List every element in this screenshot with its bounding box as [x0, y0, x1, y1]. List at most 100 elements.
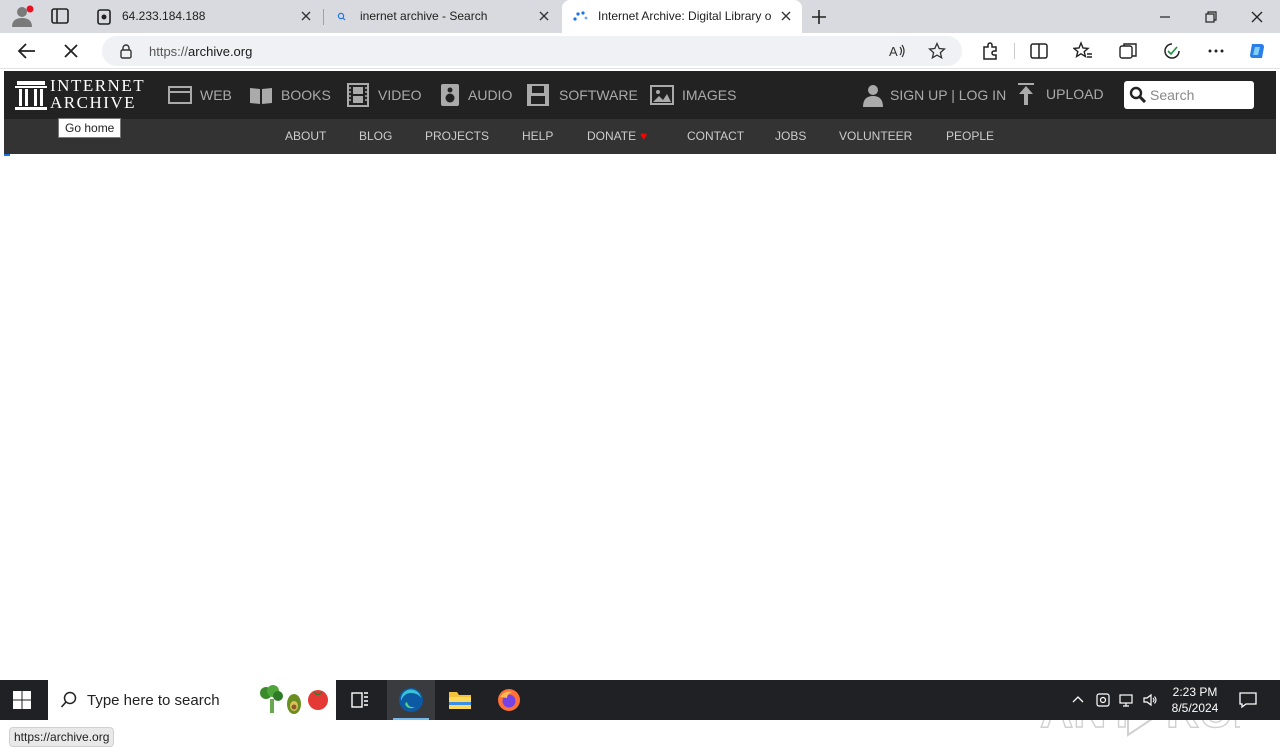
web-page: INTERNET ARCHIVE WEB BOOKS VIDEO AUDIO S…: [4, 71, 1276, 747]
taskbar-file-explorer-button[interactable]: [436, 680, 484, 720]
vegetables-illustration-icon: [260, 685, 328, 714]
network-icon[interactable]: [1118, 692, 1134, 708]
notifications-icon[interactable]: [1238, 690, 1258, 710]
page-icon: [97, 9, 111, 25]
taskbar-edge-button[interactable]: [387, 680, 435, 720]
windows-start-icon[interactable]: [12, 690, 32, 710]
tab-internet-archive[interactable]: Internet Archive: Digital Library o: [562, 0, 802, 33]
status-bar-url: https://archive.org: [9, 727, 115, 747]
search-icon[interactable]: [1129, 86, 1147, 104]
subnav-donate-label: DONATE: [587, 129, 637, 143]
subnav-projects[interactable]: PROJECTS: [425, 119, 489, 154]
favorite-star-icon[interactable]: [928, 42, 946, 60]
tab-title: 64.233.184.188: [122, 9, 206, 23]
page-loading-indicator: [4, 154, 10, 156]
clock-time: 2:23 PM: [1172, 685, 1218, 699]
nav-video-label: VIDEO: [378, 87, 422, 103]
nav-audio-label: AUDIO: [468, 87, 513, 103]
tab-title: inernet archive - Search: [360, 9, 488, 23]
meet-now-icon[interactable]: [1095, 692, 1111, 708]
user-icon: [863, 85, 883, 107]
edge-icon: [399, 688, 423, 712]
subnav-donate[interactable]: DONATE ♥: [587, 119, 647, 154]
profile-icon[interactable]: [10, 5, 34, 27]
sign-up-log-in-label: SIGN UP | LOG IN: [890, 87, 1007, 103]
browser-toolbar: https://archive.org A: [0, 33, 1280, 69]
nav-books[interactable]: BOOKS: [249, 83, 339, 107]
film-icon: [347, 83, 369, 107]
search-icon: [60, 691, 77, 708]
close-icon[interactable]: [778, 8, 794, 24]
toolbar-divider: [1014, 43, 1015, 59]
nav-web-label: WEB: [200, 87, 232, 103]
upload-icon: [1018, 83, 1034, 105]
loading-spinner-icon: [573, 11, 588, 21]
task-view-icon: [351, 692, 368, 708]
nav-images-label: IMAGES: [682, 87, 737, 103]
nav-web[interactable]: WEB: [168, 83, 238, 107]
nav-audio[interactable]: AUDIO: [438, 83, 518, 107]
internet-archive-logo-icon[interactable]: [14, 78, 48, 112]
system-clock[interactable]: 2:23 PM 8/5/2024: [1160, 684, 1230, 716]
restore-icon[interactable]: [1200, 6, 1222, 28]
heart-icon: ♥: [640, 129, 648, 143]
ia-search-input[interactable]: [1150, 85, 1250, 105]
logo-line-2: ARCHIVE: [50, 93, 137, 112]
subnav-jobs[interactable]: JOBS: [775, 119, 806, 154]
ia-logo-text[interactable]: INTERNET ARCHIVE: [50, 77, 145, 111]
subnav-volunteer[interactable]: VOLUNTEER: [839, 119, 912, 154]
back-arrow-icon[interactable]: [16, 40, 38, 62]
windows-taskbar: Type here to search 2:23 PM 8/5/2024: [0, 680, 1280, 720]
task-view-button[interactable]: [336, 680, 384, 720]
read-aloud-icon[interactable]: A: [888, 42, 906, 60]
stop-loading-icon[interactable]: [60, 40, 82, 62]
address-url: https://archive.org: [149, 44, 253, 59]
ia-sub-nav: ABOUT BLOG PROJECTS HELP DONATE ♥ CONTACT…: [4, 119, 1276, 154]
browser-essentials-icon[interactable]: [1162, 41, 1182, 61]
collections-icon[interactable]: [1118, 41, 1138, 61]
svg-text:A: A: [889, 44, 898, 59]
tab-actions-icon[interactable]: [50, 7, 70, 25]
favorites-icon[interactable]: [1073, 41, 1093, 61]
search-icon: [337, 12, 346, 21]
address-bar[interactable]: https://archive.org A: [102, 36, 962, 66]
logo-line-1: INTERNET: [50, 76, 146, 95]
clock-date: 8/5/2024: [1171, 701, 1219, 715]
nav-books-label: BOOKS: [281, 87, 331, 103]
speaker-icon: [441, 84, 459, 106]
nav-images[interactable]: IMAGES: [650, 83, 740, 107]
web-icon: [168, 86, 192, 104]
taskbar-firefox-button[interactable]: [485, 680, 533, 720]
ia-top-nav: INTERNET ARCHIVE WEB BOOKS VIDEO AUDIO S…: [4, 71, 1276, 119]
tab-bing-search[interactable]: inernet archive - Search: [323, 0, 560, 33]
new-tab-icon[interactable]: [808, 6, 830, 28]
folder-icon: [449, 692, 471, 709]
book-icon: [250, 88, 272, 104]
chevron-up-icon[interactable]: [1070, 692, 1086, 708]
more-menu-icon[interactable]: [1206, 41, 1226, 61]
subnav-about[interactable]: ABOUT: [285, 119, 326, 154]
subnav-people[interactable]: PEOPLE: [946, 119, 994, 154]
minimize-icon[interactable]: [1154, 6, 1176, 28]
taskbar-search-box[interactable]: Type here to search: [48, 680, 336, 720]
nav-software-label: SOFTWARE: [559, 87, 638, 103]
floppy-icon: [527, 84, 549, 106]
subnav-blog[interactable]: BLOG: [359, 119, 392, 154]
firefox-icon: [498, 689, 520, 711]
subnav-help[interactable]: HELP: [522, 119, 553, 154]
close-window-icon[interactable]: [1246, 6, 1268, 28]
ia-search-box[interactable]: [1124, 81, 1254, 109]
split-screen-icon[interactable]: [1029, 41, 1049, 61]
close-icon[interactable]: [536, 8, 552, 24]
lock-icon[interactable]: [118, 43, 134, 59]
tab-title: Internet Archive: Digital Library o: [598, 9, 772, 23]
close-icon[interactable]: [298, 8, 314, 24]
extensions-icon[interactable]: [981, 41, 1001, 61]
volume-icon[interactable]: [1142, 692, 1158, 708]
nav-software[interactable]: SOFTWARE: [526, 83, 638, 107]
tab-ip-address[interactable]: 64.233.184.188: [86, 0, 322, 33]
copilot-icon[interactable]: [1247, 41, 1267, 61]
nav-video[interactable]: VIDEO: [346, 83, 426, 107]
upload-label: UPLOAD: [1046, 86, 1104, 102]
subnav-contact[interactable]: CONTACT: [687, 119, 744, 154]
